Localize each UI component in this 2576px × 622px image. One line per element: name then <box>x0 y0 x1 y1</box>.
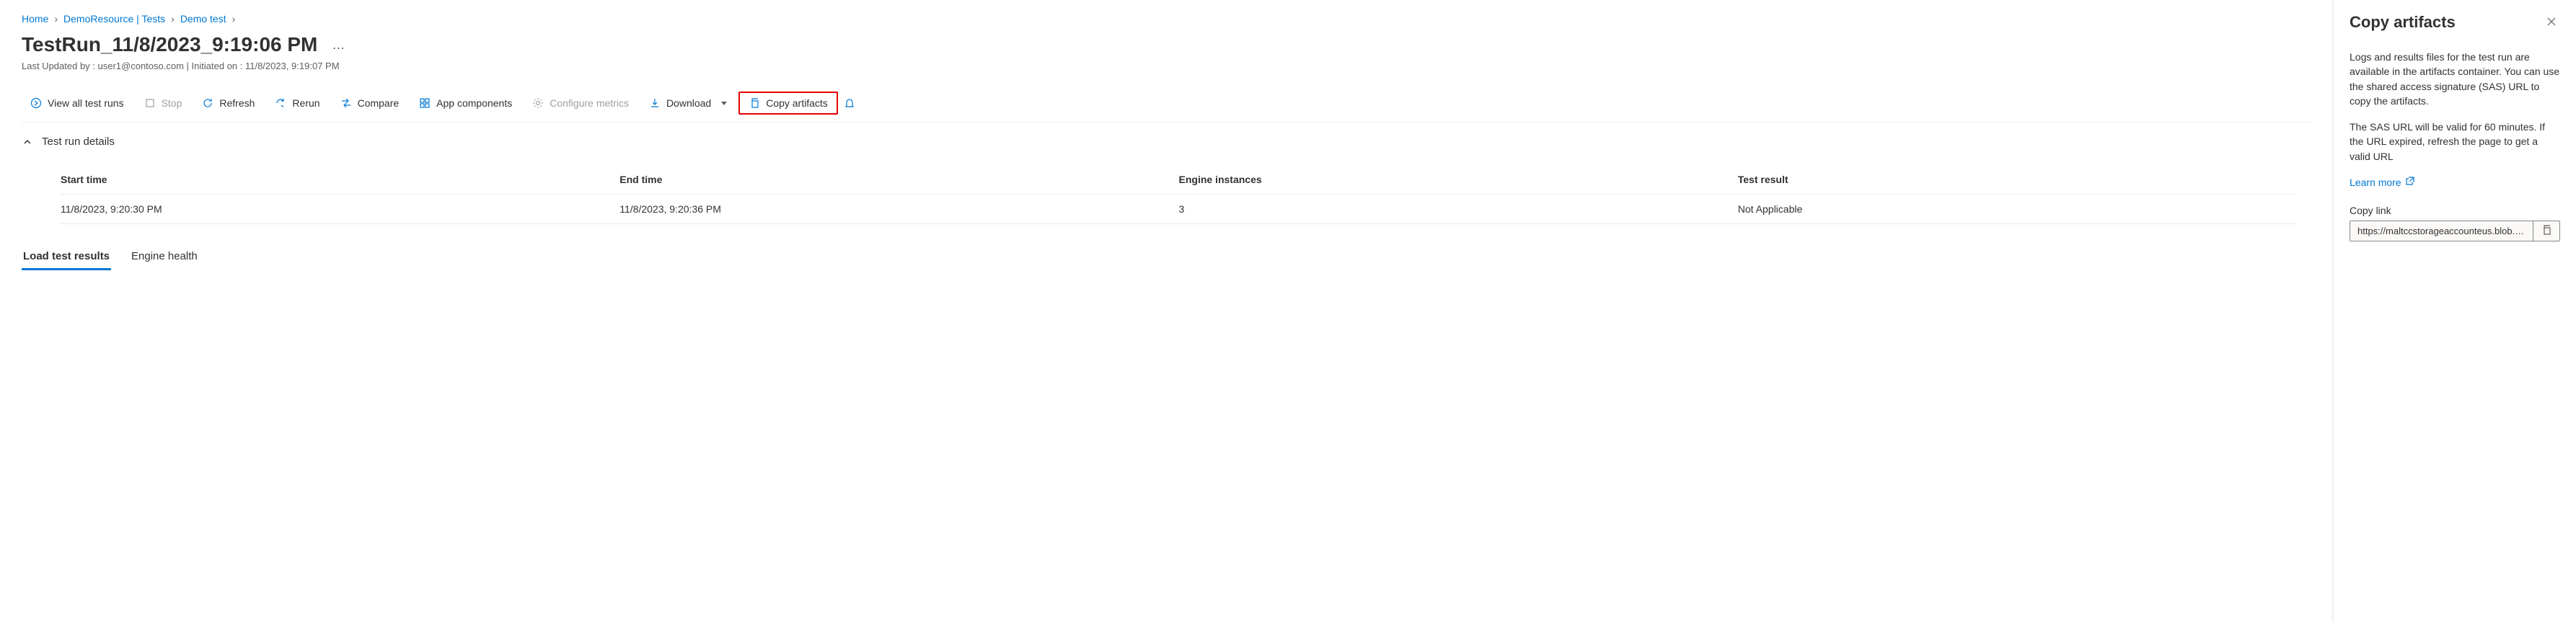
breadcrumb-home[interactable]: Home <box>22 13 48 25</box>
button-label: Compare <box>358 97 400 109</box>
chevron-down-icon <box>721 102 727 105</box>
learn-more-link[interactable]: Learn more <box>2350 175 2416 189</box>
tab-load-test-results[interactable]: Load test results <box>22 244 111 270</box>
button-label: Configure metrics <box>550 97 629 109</box>
view-all-test-runs-button[interactable]: View all test runs <box>22 93 133 113</box>
table-row: 11/8/2023, 9:20:30 PM 11/8/2023, 9:20:36… <box>61 195 2297 224</box>
col-engine-instances: Engine instances <box>1179 174 1738 185</box>
button-label: App components <box>436 97 512 109</box>
copy-icon <box>749 97 760 109</box>
download-icon <box>649 97 661 109</box>
details-table: Start time End time Engine instances Tes… <box>22 165 2311 224</box>
panel-title: Copy artifacts <box>2350 13 2456 32</box>
button-label: Copy artifacts <box>766 97 828 109</box>
button-label: Rerun <box>292 97 319 109</box>
table-header-row: Start time End time Engine instances Tes… <box>61 165 2297 195</box>
meta-line: Last Updated by : user1@contoso.com | In… <box>22 61 2311 71</box>
app-components-button[interactable]: App components <box>410 93 521 113</box>
copy-artifacts-button[interactable]: Copy artifacts <box>738 92 838 115</box>
breadcrumb-test[interactable]: Demo test <box>180 13 226 25</box>
page-title-row: TestRun_11/8/2023_9:19:06 PM … <box>22 33 2311 56</box>
result-tabs: Load test results Engine health <box>22 244 2311 271</box>
copy-artifacts-panel: Copy artifacts Logs and results files fo… <box>2333 0 2576 622</box>
refresh-button[interactable]: Refresh <box>193 93 263 113</box>
col-start-time: Start time <box>61 174 619 185</box>
panel-description-1: Logs and results files for the test run … <box>2350 50 2560 108</box>
breadcrumb-resource[interactable]: DemoResource | Tests <box>63 13 165 25</box>
overflow-button[interactable] <box>841 93 858 113</box>
close-panel-button[interactable] <box>2543 13 2560 34</box>
cell-start-time: 11/8/2023, 9:20:30 PM <box>61 203 619 215</box>
sas-url-input[interactable] <box>2350 221 2533 241</box>
panel-body: Logs and results files for the test run … <box>2350 50 2560 241</box>
rerun-icon <box>275 97 286 109</box>
stop-button: Stop <box>136 93 191 113</box>
button-label: Download <box>666 97 711 109</box>
cell-test-result: Not Applicable <box>1738 203 2297 215</box>
breadcrumb: Home › DemoResource | Tests › Demo test … <box>22 13 2311 25</box>
close-icon <box>2546 16 2557 30</box>
copy-link-field <box>2350 221 2560 241</box>
chevron-right-icon: › <box>171 13 175 25</box>
arrow-right-circle-icon <box>30 97 42 109</box>
section-label: Test run details <box>42 135 115 148</box>
copy-url-button[interactable] <box>2533 221 2559 241</box>
copy-link-label: Copy link <box>2350 205 2560 216</box>
stop-icon <box>144 97 156 109</box>
test-run-details-toggle[interactable]: Test run details <box>22 135 2311 148</box>
toolbar: View all test runs Stop Refresh Rerun Co… <box>22 84 2311 123</box>
configure-metrics-button: Configure metrics <box>524 93 638 113</box>
download-button[interactable]: Download <box>640 93 736 113</box>
copy-icon <box>2541 224 2552 238</box>
grid-icon <box>419 97 431 109</box>
compare-button[interactable]: Compare <box>332 93 408 113</box>
panel-description-2: The SAS URL will be valid for 60 minutes… <box>2350 120 2560 164</box>
chevron-up-icon <box>22 136 33 148</box>
cell-end-time: 11/8/2023, 9:20:36 PM <box>619 203 1178 215</box>
more-actions-button[interactable]: … <box>326 35 351 55</box>
col-end-time: End time <box>619 174 1178 185</box>
chevron-right-icon: › <box>54 13 58 25</box>
notification-icon <box>844 97 855 109</box>
link-label: Learn more <box>2350 177 2401 188</box>
button-label: View all test runs <box>48 97 124 109</box>
button-label: Refresh <box>219 97 255 109</box>
button-label: Stop <box>162 97 182 109</box>
gear-icon <box>532 97 544 109</box>
chevron-right-icon: › <box>232 13 236 25</box>
cell-engine-instances: 3 <box>1179 203 1738 215</box>
refresh-icon <box>202 97 213 109</box>
compare-icon <box>340 97 352 109</box>
rerun-button[interactable]: Rerun <box>266 93 328 113</box>
main-content: Home › DemoResource | Tests › Demo test … <box>0 0 2333 622</box>
panel-header: Copy artifacts <box>2350 13 2560 34</box>
col-test-result: Test result <box>1738 174 2297 185</box>
tab-engine-health[interactable]: Engine health <box>130 244 199 270</box>
external-link-icon <box>2404 175 2416 189</box>
page-title: TestRun_11/8/2023_9:19:06 PM <box>22 33 317 56</box>
